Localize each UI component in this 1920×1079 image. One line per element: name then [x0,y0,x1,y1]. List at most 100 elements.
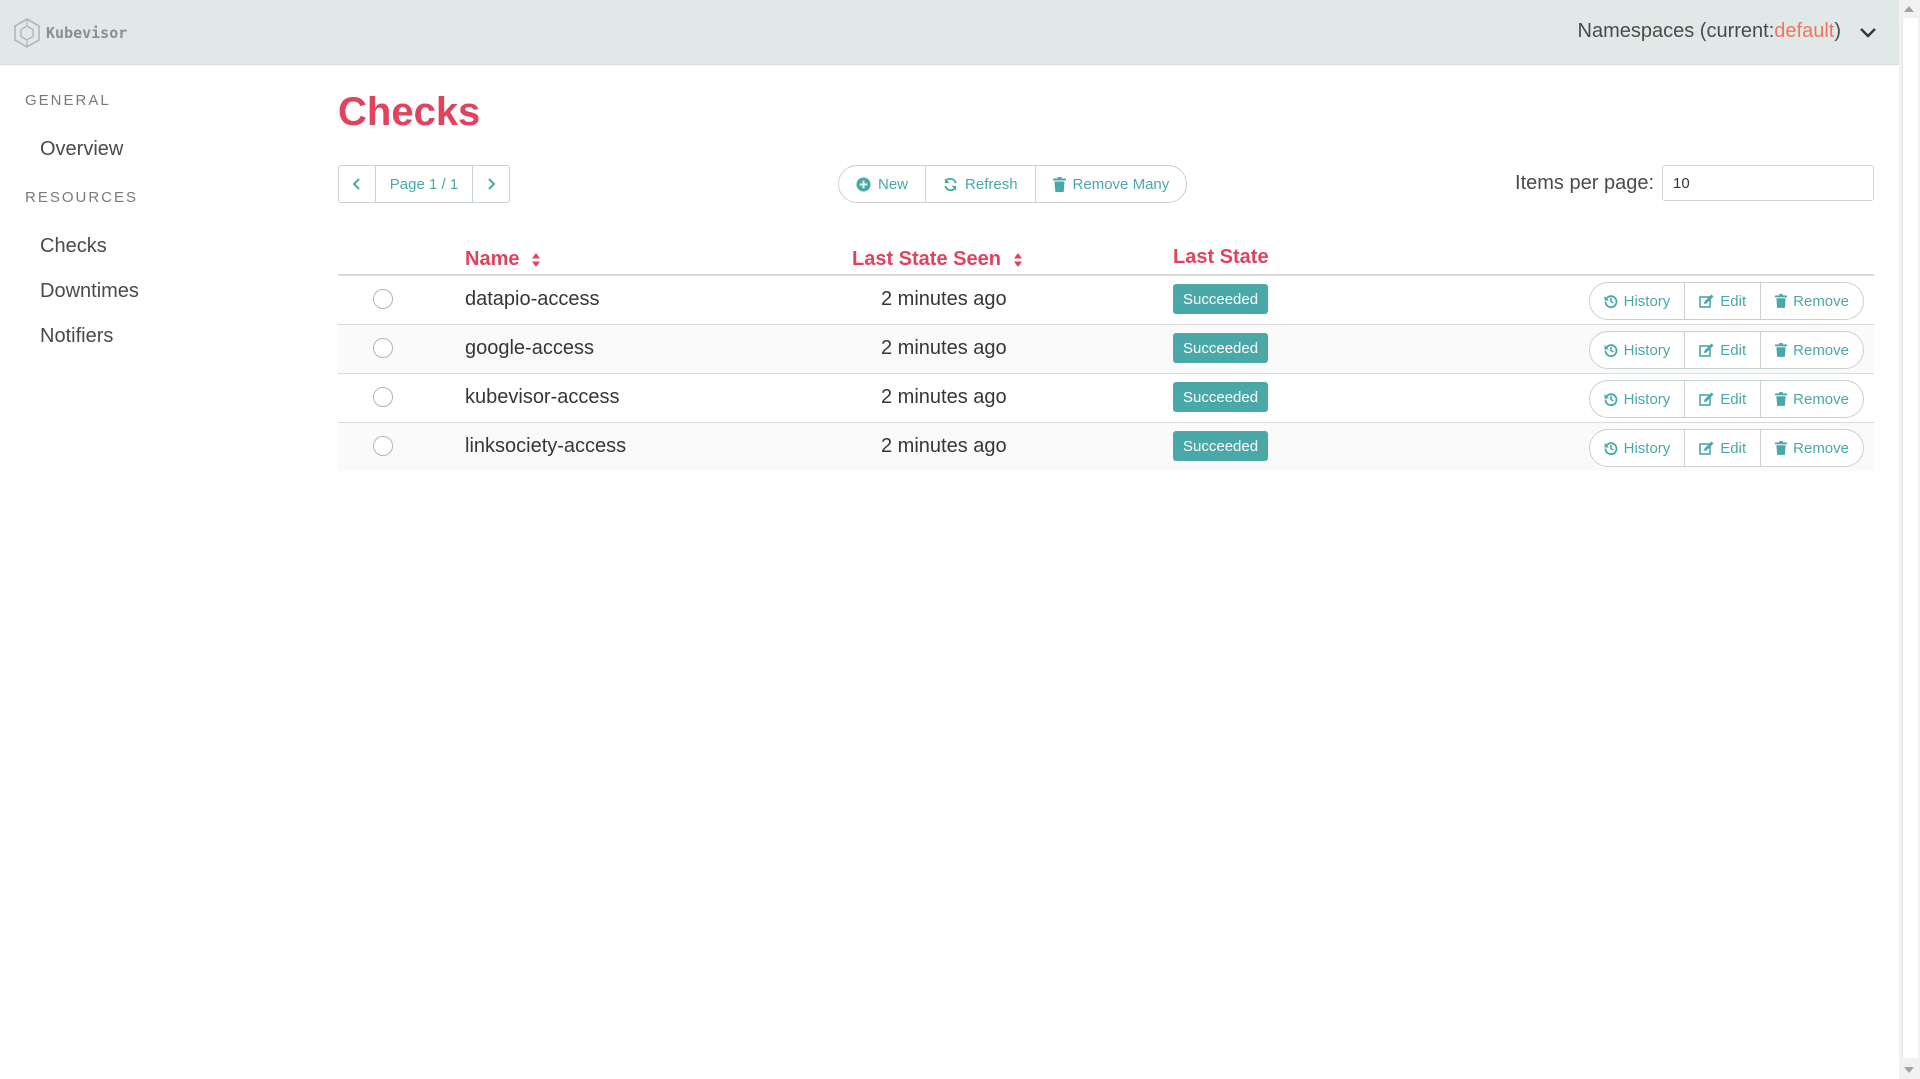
chevron-down-icon [1860,27,1876,38]
edit-button[interactable]: Edit [1684,430,1760,466]
edit-icon [1699,294,1714,308]
table-header: Name Last State Seen Last State [338,234,1874,276]
sidebar-item-notifiers[interactable]: Notifiers [40,325,113,348]
last-state-seen: 2 minutes ago [881,435,1007,457]
namespace-current: default [1774,20,1835,42]
namespace-prefix: Namespaces (current: [1577,20,1775,42]
check-name: google-access [465,337,594,359]
remove-button[interactable]: Remove [1760,430,1863,466]
top-navbar: Kubevisor Namespaces (current: default) [0,0,1899,65]
page-title: Checks [338,90,481,134]
history-button-label: History [1623,341,1671,359]
sort-icon [532,252,541,267]
status-badge: Succeeded [1173,431,1269,461]
column-header-last-state: Last State [1173,246,1269,269]
menu-label-general: GENERAL [25,92,111,109]
remove-many-button[interactable]: Remove Many [1034,166,1187,202]
edit-icon [1699,392,1714,406]
table-row: linksociety-access 2 minutes ago Succeed… [338,423,1874,471]
history-button[interactable]: History [1590,332,1685,368]
trash-icon [1775,392,1788,406]
column-header-last-state-seen-label: Last State Seen [852,248,1001,270]
column-header-last-state-label: Last State [1173,246,1269,268]
history-button-label: History [1623,439,1671,457]
items-per-page-input[interactable] [1662,165,1874,201]
pagination: Page 1 / 1 [338,165,510,203]
history-button-label: History [1623,390,1671,408]
brand[interactable]: Kubevisor [14,18,127,48]
history-icon [1604,344,1617,357]
last-state-seen: 2 minutes ago [881,386,1007,408]
status-badge: Succeeded [1173,382,1269,412]
remove-button[interactable]: Remove [1760,332,1863,368]
namespace-selector[interactable]: Namespaces (current: default) [1578,20,1879,43]
history-button[interactable]: History [1590,430,1685,466]
trash-icon [1775,294,1788,308]
edit-button[interactable]: Edit [1684,381,1760,417]
edit-button[interactable]: Edit [1684,332,1760,368]
history-button-label: History [1623,292,1671,310]
page-indicator: Page 1 / 1 [375,166,473,202]
remove-many-button-label: Remove Many [1072,175,1170,193]
scroll-up-arrow-icon[interactable] [1904,6,1914,12]
refresh-button[interactable]: Refresh [925,166,1035,202]
trash-icon [1775,343,1788,357]
previous-page-button[interactable] [339,166,375,202]
refresh-button-label: Refresh [965,175,1018,193]
table-row: kubevisor-access 2 minutes ago Succeeded… [338,374,1874,423]
edit-button-label: Edit [1720,390,1747,408]
row-select-radio[interactable] [373,338,393,358]
row-actions: History Edit Remove [1588,331,1864,369]
scrollbar-thumb[interactable] [1902,18,1918,1058]
scroll-down-arrow-icon[interactable] [1904,1067,1914,1073]
history-icon [1604,393,1617,406]
status-badge: Succeeded [1173,333,1269,363]
brand-name: Kubevisor [46,24,128,42]
check-name: datapio-access [465,288,600,310]
toolbar-actions: New Refresh Remove Many [838,165,1188,203]
remove-button-label: Remove [1793,292,1849,310]
trash-icon [1052,176,1066,192]
items-per-page: Items per page: [1515,165,1874,201]
new-button-label: New [878,175,909,193]
column-header-name-label: Name [465,248,520,270]
check-name: linksociety-access [465,435,627,457]
sidebar-item-downtimes[interactable]: Downtimes [40,280,139,303]
column-header-name[interactable]: Name [465,248,541,271]
last-state-seen: 2 minutes ago [881,337,1007,359]
chevron-right-icon [488,178,496,190]
items-per-page-label: Items per page: [1515,171,1654,194]
namespace-suffix: ) [1834,20,1841,42]
trash-icon [1775,441,1788,455]
row-select-radio[interactable] [373,436,393,456]
new-button[interactable]: New [839,166,925,202]
row-actions: History Edit Remove [1588,380,1864,418]
edit-icon [1699,441,1714,455]
remove-button-label: Remove [1793,439,1849,457]
history-button[interactable]: History [1590,283,1685,319]
edit-icon [1699,343,1714,357]
edit-button-label: Edit [1720,439,1747,457]
edit-button[interactable]: Edit [1684,283,1760,319]
edit-button-label: Edit [1720,341,1747,359]
remove-button[interactable]: Remove [1760,283,1863,319]
history-icon [1604,442,1617,455]
next-page-button[interactable] [473,166,509,202]
remove-button-label: Remove [1793,341,1849,359]
row-select-radio[interactable] [373,387,393,407]
history-icon [1604,295,1617,308]
history-button[interactable]: History [1590,381,1685,417]
row-actions: History Edit Remove [1588,282,1864,320]
column-header-last-state-seen[interactable]: Last State Seen [852,248,1023,271]
menu-label-resources: RESOURCES [25,189,139,206]
table-row: datapio-access 2 minutes ago Succeeded H… [338,276,1874,325]
sidebar-item-overview[interactable]: Overview [40,138,123,161]
kubevisor-logo-icon [14,18,40,48]
row-select-radio[interactable] [373,289,393,309]
status-badge: Succeeded [1173,284,1269,314]
page-scrollbar[interactable] [1899,0,1920,1079]
sidebar-item-checks[interactable]: Checks [40,235,107,258]
chevron-left-icon [352,178,360,190]
remove-button-label: Remove [1793,390,1849,408]
remove-button[interactable]: Remove [1760,381,1863,417]
